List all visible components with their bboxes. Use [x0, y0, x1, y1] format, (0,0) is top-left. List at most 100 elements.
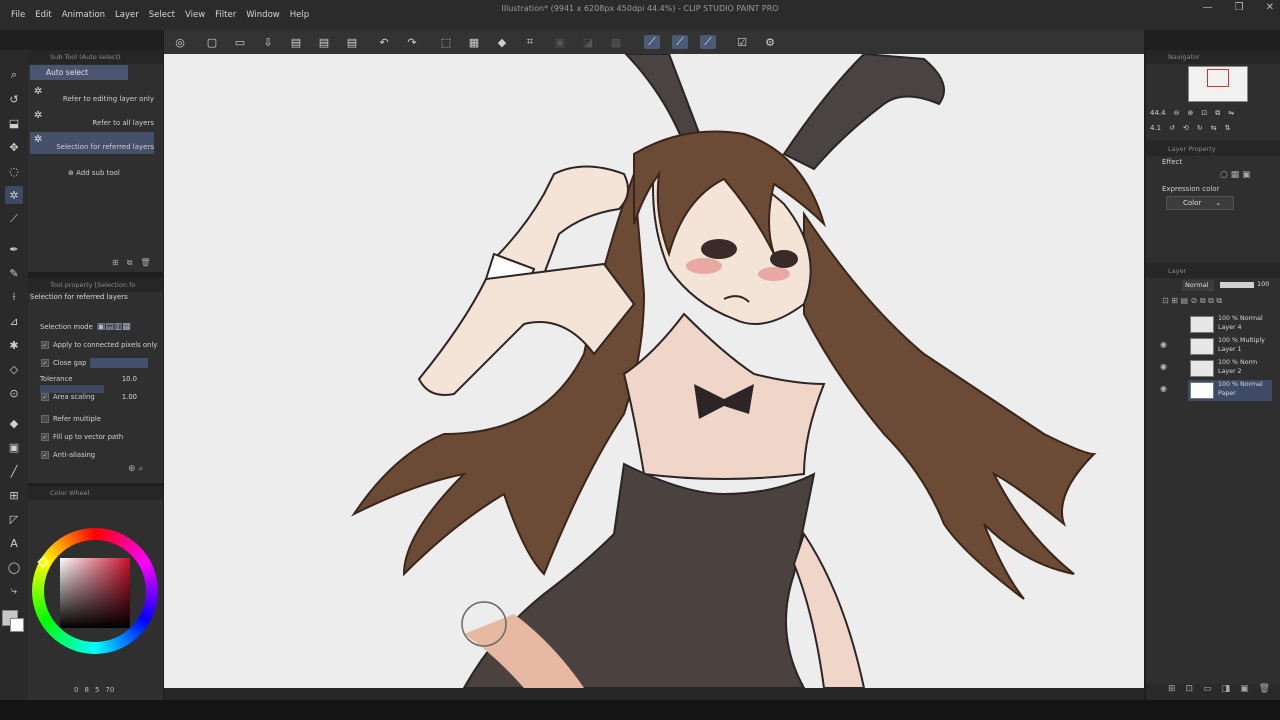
sub-color-swatch[interactable] [10, 618, 24, 632]
clip-studio-icon[interactable]: ◎ [172, 35, 188, 49]
eye-icon[interactable]: ◉ [1160, 384, 1167, 393]
eye-icon[interactable]: ◉ [1160, 340, 1167, 349]
scale-icon[interactable]: ◪ [580, 35, 596, 49]
settings-icon[interactable]: ⚙ [762, 35, 778, 49]
tolerance-row[interactable]: Tolerance 10.0 [31, 372, 161, 386]
fill-tool-icon[interactable]: ◆ [5, 414, 23, 432]
area-scaling-checkbox[interactable]: ✓ [41, 393, 49, 401]
rotate-left-icon[interactable]: ↺ [1169, 124, 1175, 132]
anti-alias-row[interactable]: ✓ Anti-aliasing [31, 448, 161, 462]
snap-special-ruler-icon[interactable]: ⟋ [672, 35, 688, 49]
flip-vertical-icon[interactable]: ⇅ [1225, 124, 1231, 132]
brush-icon[interactable]: ⟊ [5, 288, 23, 306]
flip-icon[interactable]: ⇋ [1228, 109, 1234, 117]
area-scaling-value[interactable]: 1.00 [122, 393, 137, 401]
drawing-canvas[interactable] [164, 54, 1144, 688]
area-scaling-row[interactable]: ✓ Area scaling 1.00 [31, 390, 161, 404]
rotate-right-icon[interactable]: ↻ [1197, 124, 1203, 132]
blend-mode-dropdown[interactable]: Normal [1182, 280, 1214, 291]
close-gap-row[interactable]: ✓ Close gap [31, 356, 161, 370]
effect-icons[interactable]: ○ ▦ ▣ [1220, 170, 1251, 180]
anti-alias-checkbox[interactable]: ✓ [41, 451, 49, 459]
apply-connected-row[interactable]: ✓ Apply to connected pixels only [31, 338, 161, 352]
new-raster-layer-icon[interactable]: ⊞ [1168, 684, 1176, 698]
mask-icon[interactable]: ▩ [608, 35, 624, 49]
blend-icon[interactable]: ⊙ [5, 384, 23, 402]
hue-ring[interactable] [32, 528, 158, 654]
zoom-out-icon[interactable]: ⊖ [1174, 109, 1180, 117]
new-vector-layer-icon[interactable]: ⊡ [1186, 684, 1194, 698]
subtool-item-all-layers[interactable]: ✲ Refer to all layers [30, 108, 154, 130]
close-gap-checkbox[interactable]: ✓ [41, 359, 49, 367]
transform-icon[interactable]: ▣ [552, 35, 568, 49]
rotate-reset-icon[interactable]: ⟲ [1183, 124, 1189, 132]
new-folder-icon[interactable]: ▭ [1203, 684, 1212, 698]
subtool-item-editing-layer[interactable]: ✲ Refer to editing layer only [30, 84, 154, 106]
close-icon[interactable]: ✕ [1266, 2, 1274, 13]
airbrush-icon[interactable]: ⊿ [5, 312, 23, 330]
close-gap-level[interactable] [90, 358, 149, 368]
selection-mode-icons[interactable]: ▣▤▥▦ [97, 322, 131, 332]
layer-row-layer2[interactable]: ◉ 100 % Norm Layer 2 [1160, 358, 1272, 379]
export-3-icon[interactable]: ▤ [344, 35, 360, 49]
zoom-actual-icon[interactable]: ⧉ [1215, 109, 1220, 118]
operation-icon[interactable]: ↺ [5, 90, 23, 108]
eyedropper-icon[interactable]: ⟋ [5, 210, 23, 228]
zoom-fit-icon[interactable]: ⊡ [1201, 109, 1207, 117]
add-subtool-button[interactable]: ⊕ Add sub tool [68, 169, 120, 177]
export-2-icon[interactable]: ▤ [316, 35, 332, 49]
gradient-icon[interactable]: ▣ [5, 438, 23, 456]
save-icon[interactable]: ⇩ [260, 35, 276, 49]
subtool-item-referred-layers[interactable]: ✲ Selection for referred layers [30, 132, 154, 154]
snap-grid-icon[interactable]: ⟋ [700, 35, 716, 49]
frame-icon[interactable]: ⊞ [5, 486, 23, 504]
undo-icon[interactable]: ↶ [376, 35, 392, 49]
deselect-icon[interactable]: ⬚ [438, 35, 454, 49]
layer-row-layer4[interactable]: 100 % Normal Layer 4 [1188, 314, 1272, 335]
snap-ruler-icon[interactable]: ⟋ [644, 35, 660, 49]
fill-icon[interactable]: ◆ [494, 35, 510, 49]
balloon-icon[interactable]: ◯ [5, 558, 23, 576]
maximize-icon[interactable]: ❐ [1235, 2, 1244, 13]
refer-multiple-checkbox[interactable] [41, 415, 49, 423]
navigator-thumbnail[interactable] [1188, 66, 1248, 102]
expression-color-dropdown[interactable]: Color ⌄ [1166, 196, 1234, 210]
subtool-tab-auto-select[interactable]: Auto select [30, 65, 128, 80]
refer-multiple-row[interactable]: Refer multiple [31, 412, 161, 426]
pen-icon[interactable]: ✒ [5, 240, 23, 258]
layer-mask-icon[interactable]: ◨ [1222, 684, 1231, 698]
layer-move-icon[interactable]: ⬓ [5, 114, 23, 132]
check-icon[interactable]: ☑ [734, 35, 750, 49]
apply-connected-checkbox[interactable]: ✓ [41, 341, 49, 349]
opacity-value[interactable]: 100 [1257, 280, 1269, 288]
crop-icon[interactable]: ⌗ [522, 35, 538, 49]
move-icon[interactable]: ✥ [5, 138, 23, 156]
delete-layer-icon[interactable]: 🗑 [1259, 684, 1270, 698]
zoom-value[interactable]: 44.4 [1150, 109, 1166, 117]
layer-tool-icons[interactable]: ⊡ ⊞ ▤ ⊘ ⧉ ⧉ ⧉ [1162, 296, 1222, 306]
new-file-icon[interactable]: ▢ [204, 35, 220, 49]
layer-row-layer1[interactable]: ◉ 100 % Multiply Layer 1 [1160, 336, 1272, 357]
hue-marker[interactable] [37, 556, 49, 568]
layer-row-paper[interactable]: ◉ 100 % Normal Paper [1160, 380, 1272, 401]
delete-subtool-icon[interactable]: 🗑 [140, 258, 150, 268]
decoration-icon[interactable]: ✱ [5, 336, 23, 354]
zoom-in-icon[interactable]: ⊕ [1187, 109, 1193, 117]
export-icon[interactable]: ▤ [288, 35, 304, 49]
lasso-icon[interactable]: ◌ [5, 162, 23, 180]
flip-horizontal-icon[interactable]: ⇆ [1211, 124, 1217, 132]
duplicate-subtool-icon[interactable]: ⧉ [127, 258, 133, 268]
tolerance-value[interactable]: 10.0 [122, 375, 137, 383]
eraser-icon[interactable]: ◇ [5, 360, 23, 378]
text-icon[interactable]: A [5, 534, 23, 552]
copy-subtool-icon[interactable]: ⊞ [112, 258, 119, 268]
open-folder-icon[interactable]: ▭ [232, 35, 248, 49]
opacity-slider[interactable] [1220, 282, 1254, 288]
merge-layer-icon[interactable]: ▣ [1240, 684, 1249, 698]
pencil-icon[interactable]: ✎ [5, 264, 23, 282]
saturation-value-square[interactable] [60, 558, 130, 628]
auto-select-icon[interactable]: ✲ [5, 186, 23, 204]
zoom-icon[interactable]: ⌕ [5, 66, 23, 84]
correct-line-icon[interactable]: ⤷ [5, 582, 23, 600]
reset-settings-icon[interactable]: ⊕ ⌕ [128, 464, 143, 474]
